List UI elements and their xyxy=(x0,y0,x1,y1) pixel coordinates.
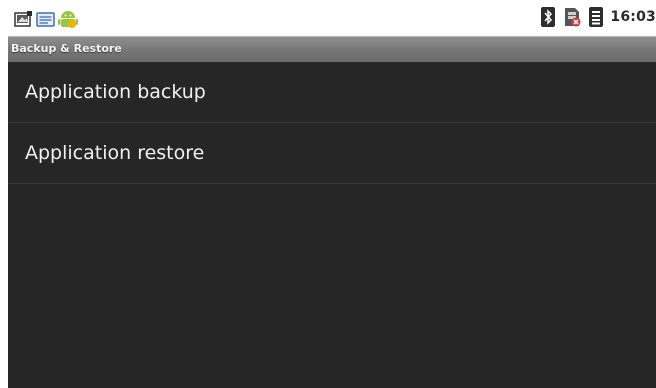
screenshot-notification-icon xyxy=(14,10,33,28)
signal-icon xyxy=(589,7,604,27)
list-item-label: Application backup xyxy=(25,81,206,103)
bluetooth-icon xyxy=(541,7,556,27)
notification-icons xyxy=(14,9,78,29)
menu-list: Application backup Application restore xyxy=(8,62,656,184)
status-time: 16:03 xyxy=(610,9,656,25)
title-bar: Backup & Restore xyxy=(8,36,656,62)
status-bar[interactable]: 16:03 xyxy=(8,0,656,36)
system-status-icons: 16:03 xyxy=(541,7,656,27)
message-notification-icon xyxy=(36,11,55,28)
page-title: Backup & Restore xyxy=(11,42,122,55)
list-item-label: Application restore xyxy=(25,142,205,164)
application-backup-item[interactable]: Application backup xyxy=(8,62,656,123)
android-robot-icon xyxy=(58,9,78,29)
sim-missing-icon xyxy=(562,7,582,27)
application-restore-item[interactable]: Application restore xyxy=(8,123,656,184)
app-screen: 16:03 Backup & Restore Application backu… xyxy=(8,0,656,388)
